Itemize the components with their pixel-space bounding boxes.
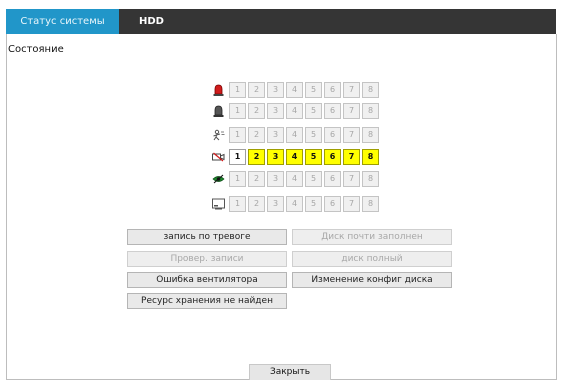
system-status-dialog: Статус системы HDD Состояние 12345678 12…: [0, 0, 561, 380]
channel-cell: 5: [305, 82, 322, 98]
channel-cell: 2: [248, 127, 265, 143]
alarm-record-button[interactable]: запись по тревоге: [127, 229, 287, 245]
video-loss-icon: [212, 152, 225, 162]
channel-cell: 3: [267, 149, 284, 165]
channel-cell: 1: [229, 171, 246, 187]
tab-system-status[interactable]: Статус системы: [6, 9, 119, 34]
channel-cell: 8: [362, 196, 379, 212]
channel-cell: 8: [362, 82, 379, 98]
channel-cell: 6: [324, 103, 341, 119]
channel-cell: 2: [248, 196, 265, 212]
channel-cell: 4: [286, 82, 303, 98]
channel-cell: 2: [248, 149, 265, 165]
channel-cell: 7: [343, 103, 360, 119]
channel-cell: 7: [343, 127, 360, 143]
channel-cell: 5: [305, 127, 322, 143]
section-title: Состояние: [8, 44, 64, 55]
channel-cell: 6: [324, 82, 341, 98]
channel-cell: 5: [305, 103, 322, 119]
channel-cell: 3: [267, 127, 284, 143]
channel-cell: 3: [267, 103, 284, 119]
disk-full-button[interactable]: диск полный: [292, 251, 452, 267]
channel-cell: 8: [362, 149, 379, 165]
channel-cell: 2: [248, 171, 265, 187]
channel-cell: 6: [324, 127, 341, 143]
record-monitor-icon: [212, 198, 225, 210]
channel-cell: 8: [362, 103, 379, 119]
tab-bar: Статус системы HDD: [6, 9, 556, 34]
motion-detection-icon: [213, 129, 225, 141]
channel-cell: 3: [267, 196, 284, 212]
channel-cell: 1: [229, 149, 246, 165]
channel-cell: 7: [343, 82, 360, 98]
channel-cell: 7: [343, 149, 360, 165]
channel-cell: 3: [267, 171, 284, 187]
alarm-siren-gray-icon: [213, 105, 224, 117]
channel-cell: 3: [267, 82, 284, 98]
storage-not-found-button[interactable]: Ресурс хранения не найден: [127, 293, 287, 309]
channel-cell: 6: [324, 196, 341, 212]
channel-cell: 5: [305, 149, 322, 165]
tab-hdd[interactable]: HDD: [139, 9, 164, 34]
channel-cell: 1: [229, 127, 246, 143]
channel-cell: 1: [229, 196, 246, 212]
alarm-siren-red-icon: [213, 84, 224, 96]
fan-error-button[interactable]: Ошибка вентилятора: [127, 272, 287, 288]
channel-cell: 2: [248, 103, 265, 119]
channel-cell: 2: [248, 82, 265, 98]
eye-blind-icon: [212, 174, 225, 184]
channel-cell: 4: [286, 149, 303, 165]
disk-config-change-button[interactable]: Изменение конфиг диска: [292, 272, 452, 288]
channel-cell: 6: [324, 149, 341, 165]
channel-cell: 4: [286, 127, 303, 143]
channel-cell: 7: [343, 171, 360, 187]
channel-cell: 5: [305, 171, 322, 187]
channel-cell: 4: [286, 171, 303, 187]
channel-cell: 1: [229, 82, 246, 98]
channel-cell: 8: [362, 127, 379, 143]
record-check-button[interactable]: Провер. записи: [127, 251, 287, 267]
channel-cell: 4: [286, 196, 303, 212]
channel-cell: 8: [362, 171, 379, 187]
channel-cell: 5: [305, 196, 322, 212]
channel-cell: 7: [343, 196, 360, 212]
disk-almost-full-button[interactable]: Диск почти заполнен: [292, 229, 452, 245]
close-button[interactable]: Закрыть: [249, 364, 331, 380]
channel-cell: 4: [286, 103, 303, 119]
channel-cell: 6: [324, 171, 341, 187]
channel-cell: 1: [229, 103, 246, 119]
